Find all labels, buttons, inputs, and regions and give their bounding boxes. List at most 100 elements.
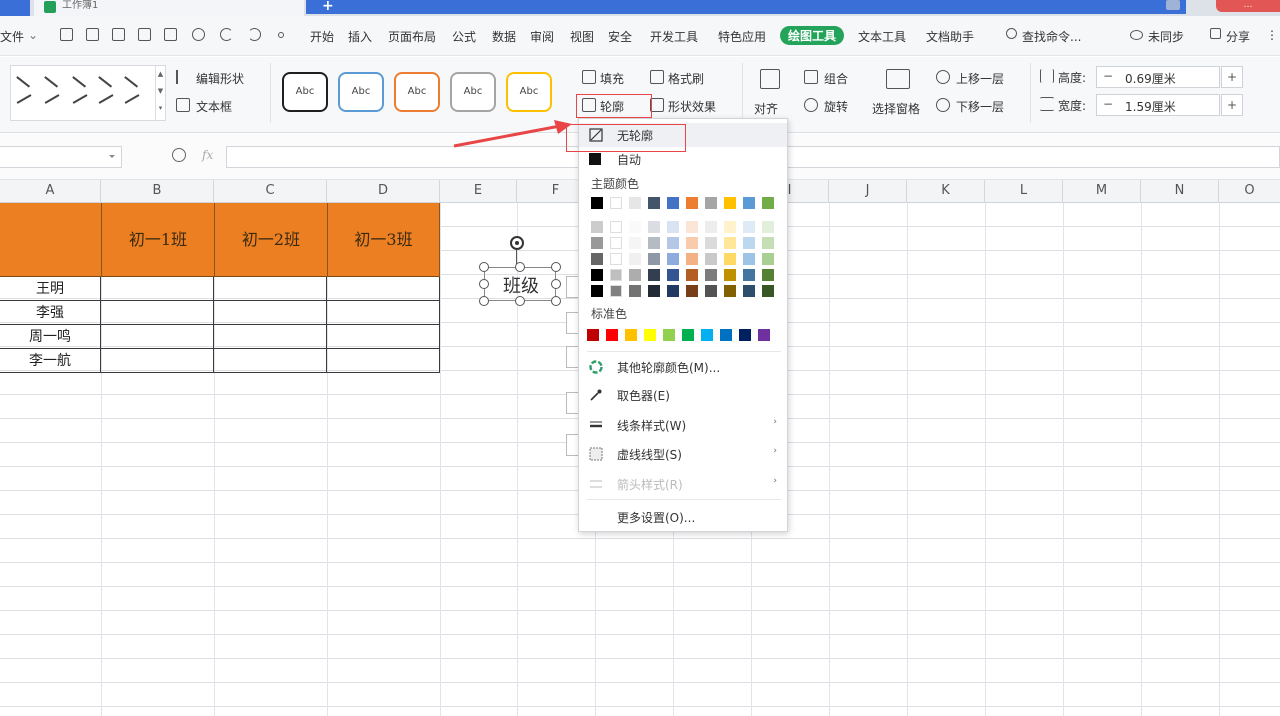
theme-color-swatch[interactable] <box>667 269 679 281</box>
column-header-j[interactable]: J <box>829 180 907 203</box>
fx-icon[interactable]: fx <box>202 148 213 162</box>
theme-color-swatch[interactable] <box>705 285 717 297</box>
theme-color-swatch[interactable] <box>686 253 698 265</box>
theme-color-swatch[interactable] <box>648 253 660 265</box>
curve-shape-icon[interactable] <box>98 94 114 104</box>
standard-color-swatch[interactable] <box>720 329 732 341</box>
sync-status[interactable]: 未同步 <box>1148 28 1184 45</box>
theme-color-swatch[interactable] <box>610 197 622 209</box>
column-header-c[interactable]: C <box>214 180 327 203</box>
gallery-scroll[interactable]: ▲ ▼ ▾ <box>155 66 165 120</box>
theme-color-swatch[interactable] <box>667 197 679 209</box>
theme-color-swatch[interactable] <box>724 269 736 281</box>
standard-color-swatch[interactable] <box>663 329 675 341</box>
line-style-item[interactable]: 线条样式(W) › <box>579 413 787 437</box>
shape-style-1[interactable]: Abc <box>282 72 328 112</box>
theme-color-swatch[interactable] <box>610 285 622 297</box>
student-name-cell[interactable]: 周一鸣 <box>0 325 100 349</box>
theme-color-swatch[interactable] <box>629 253 641 265</box>
standard-color-swatch[interactable] <box>625 329 637 341</box>
menu-data[interactable]: 数据 <box>492 28 516 45</box>
theme-color-swatch[interactable] <box>591 285 603 297</box>
table-row[interactable]: 李强 <box>0 301 440 325</box>
theme-color-swatch[interactable] <box>724 253 736 265</box>
text-box-button[interactable]: 文本框 <box>196 98 232 115</box>
table-header-cell[interactable]: 初一1班 <box>101 203 214 277</box>
shape-style-2[interactable]: Abc <box>338 72 384 112</box>
close-window-button[interactable]: … <box>1216 0 1280 12</box>
name-box[interactable] <box>0 146 122 168</box>
standard-color-swatch[interactable] <box>758 329 770 341</box>
column-header-n[interactable]: N <box>1141 180 1219 203</box>
theme-color-swatch[interactable] <box>629 237 641 249</box>
theme-color-swatch[interactable] <box>724 237 736 249</box>
more-settings-item[interactable]: 更多设置(O)... <box>579 505 787 529</box>
new-tab-icon[interactable]: + <box>322 0 334 14</box>
export-pdf-icon[interactable] <box>138 28 151 41</box>
theme-color-swatch[interactable] <box>629 285 641 297</box>
theme-color-swatch[interactable] <box>667 253 679 265</box>
column-header-o[interactable]: O <box>1219 180 1280 203</box>
column-header-b[interactable]: B <box>101 180 214 203</box>
height-input[interactable]: − 0.69厘米 + <box>1096 66 1243 88</box>
height-decrease-button[interactable]: − <box>1103 69 1113 83</box>
home-tab[interactable] <box>0 0 30 16</box>
resize-handle[interactable] <box>551 296 561 306</box>
elbow-connector-shape-icon[interactable] <box>98 76 113 88</box>
standard-color-swatch[interactable] <box>587 329 599 341</box>
table-row[interactable]: 周一鸣 <box>0 325 440 349</box>
theme-color-swatch[interactable] <box>743 285 755 297</box>
theme-color-swatch[interactable] <box>610 237 622 249</box>
height-increase-button[interactable]: + <box>1221 66 1243 88</box>
standard-color-swatch[interactable] <box>606 329 618 341</box>
arrow-line-shape-icon[interactable] <box>44 76 59 88</box>
curved-connector-shape-icon[interactable] <box>16 94 32 104</box>
theme-color-swatch[interactable] <box>667 237 679 249</box>
fill-button[interactable]: 填充 <box>600 70 624 87</box>
menu-developer[interactable]: 开发工具 <box>650 28 698 45</box>
theme-color-swatch[interactable] <box>762 269 774 281</box>
shape-style-4[interactable]: Abc <box>450 72 496 112</box>
document-tab[interactable]: 工作簿1 <box>34 0 304 16</box>
save-icon[interactable] <box>112 28 125 41</box>
theme-color-swatch[interactable] <box>686 221 698 233</box>
table-row[interactable]: 王明 <box>0 277 440 301</box>
theme-color-swatch[interactable] <box>667 221 679 233</box>
undo-icon[interactable] <box>220 28 233 41</box>
resize-handle[interactable] <box>551 262 561 272</box>
column-header-k[interactable]: K <box>907 180 985 203</box>
theme-color-swatch[interactable] <box>762 221 774 233</box>
theme-color-swatch[interactable] <box>743 197 755 209</box>
rotate-button[interactable]: 旋转 <box>824 98 848 115</box>
format-painter-button[interactable]: 格式刷 <box>668 70 704 87</box>
standard-color-swatch[interactable] <box>739 329 751 341</box>
print-preview-icon[interactable] <box>192 28 205 41</box>
group-button[interactable]: 组合 <box>824 70 848 87</box>
theme-color-swatch[interactable] <box>724 285 736 297</box>
theme-color-swatch[interactable] <box>686 237 698 249</box>
print-icon[interactable] <box>164 28 177 41</box>
column-header-a[interactable]: A <box>0 180 101 203</box>
theme-color-swatch[interactable] <box>705 253 717 265</box>
menu-review[interactable]: 审阅 <box>530 28 554 45</box>
zoom-icon[interactable] <box>172 148 186 162</box>
theme-color-swatch[interactable] <box>705 237 717 249</box>
curved-arrow-shape-icon[interactable] <box>44 94 60 104</box>
theme-color-swatch[interactable] <box>648 221 660 233</box>
menu-doc-assistant[interactable]: 文档助手 <box>926 28 974 45</box>
line-shape-icon[interactable] <box>16 76 31 88</box>
share-button[interactable]: 分享 <box>1226 28 1250 45</box>
theme-color-swatch[interactable] <box>724 197 736 209</box>
theme-color-swatch[interactable] <box>705 221 717 233</box>
menu-security[interactable]: 安全 <box>608 28 632 45</box>
menu-features[interactable]: 特色应用 <box>718 28 766 45</box>
column-header-l[interactable]: L <box>985 180 1063 203</box>
student-name-cell[interactable]: 李一航 <box>0 349 100 373</box>
theme-color-swatch[interactable] <box>743 269 755 281</box>
open-folder-icon[interactable] <box>86 28 99 41</box>
curved-double-arrow-shape-icon[interactable] <box>72 94 88 104</box>
shape-style-5[interactable]: Abc <box>506 72 552 112</box>
theme-color-swatch[interactable] <box>648 197 660 209</box>
theme-color-swatch[interactable] <box>724 221 736 233</box>
command-search[interactable]: 查找命令... <box>1022 28 1081 45</box>
